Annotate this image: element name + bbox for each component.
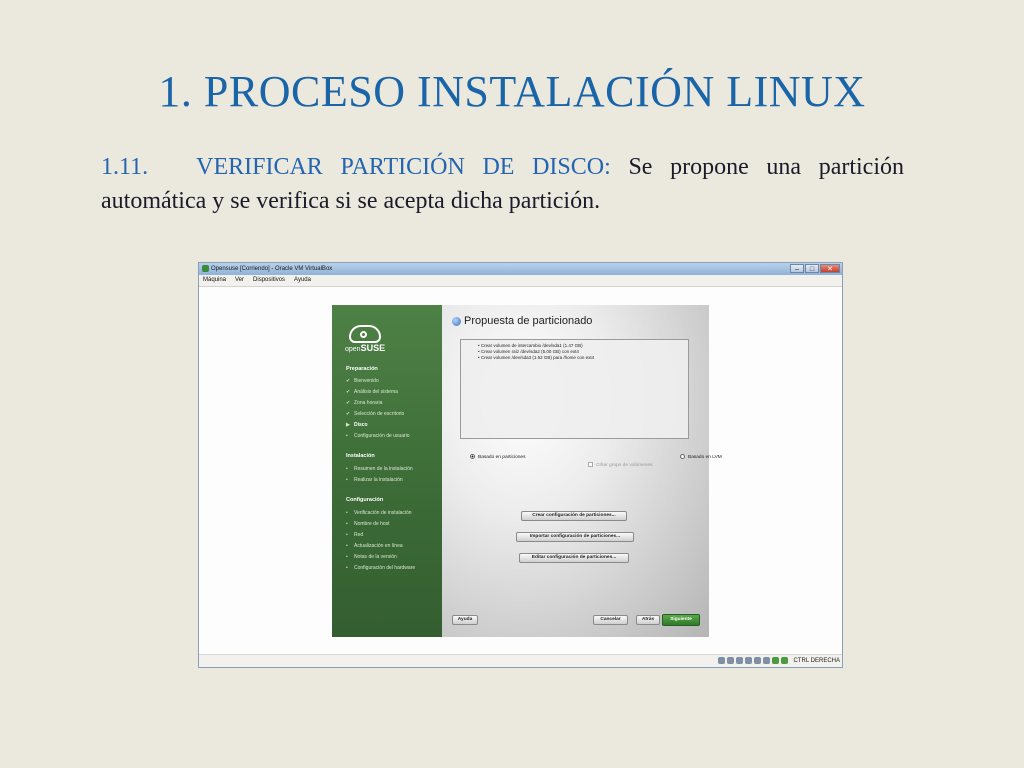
section-number: 1.11. [101, 154, 149, 180]
partition-proposal: Crear volumen de intercambio /dev/sda1 (… [460, 339, 689, 439]
step-zona-horaria: ✔ Zona horaria [346, 400, 383, 406]
step-disco: ▶ Disco [346, 422, 368, 428]
step-actualizacion: • Actualización en línea [346, 543, 403, 549]
menu-dispositivos[interactable]: Dispositivos [253, 275, 285, 286]
proposal-line: Crear volumen /dev/sda3 (1.52 GB) para /… [478, 355, 688, 361]
radio-unselected-icon[interactable] [680, 454, 685, 459]
encrypt-checkbox[interactable]: Cifrar grupo de volúmenes [588, 462, 653, 468]
capture-icon[interactable] [763, 657, 770, 664]
check-icon: ✔ [346, 378, 351, 384]
bullet-icon: • [346, 477, 348, 483]
step-analisis: ✔ Análisis del sistema [346, 389, 398, 395]
bullet-icon: • [346, 466, 348, 472]
slide-title: 1. PROCESO INSTALACIÓN LINUX [158, 67, 866, 116]
step-realizar: • Realizar la instalación [346, 477, 403, 483]
installer-sidebar: openSUSE Preparación ✔ Bienvenido ✔ Anális… [332, 305, 442, 637]
menu-bar: Máquina Ver Dispositivos Ayuda [199, 275, 842, 287]
step-bienvenido: ✔ Bienvenido [346, 378, 379, 384]
radio-partitions[interactable]: Basado en particiones [470, 454, 525, 460]
cancel-button[interactable]: Cancelar [593, 615, 628, 625]
back-button[interactable]: Atrás [636, 615, 660, 625]
chameleon-icon [349, 325, 381, 343]
mouse-integration-icon[interactable] [772, 657, 779, 664]
virtualbox-app-icon [202, 265, 209, 272]
check-icon: ✔ [346, 389, 351, 395]
menu-ayuda[interactable]: Ayuda [294, 275, 311, 286]
page-title: Propuesta de particionado [464, 315, 593, 327]
menu-maquina[interactable]: Máquina [203, 275, 226, 286]
bullet-icon: • [346, 433, 348, 439]
step-escritorio: ✔ Selección de escritorio [346, 411, 405, 417]
section-preparacion: Preparación [346, 366, 378, 372]
arrow-right-icon: ▶ [346, 422, 350, 428]
window-titlebar[interactable]: Opensuse [Corriendo] - Oracle VM Virtual… [199, 263, 842, 275]
step-notas: • Notas de la versión [346, 554, 397, 560]
checkbox-icon[interactable] [588, 462, 593, 467]
check-icon: ✔ [346, 411, 351, 417]
step-red: • Red [346, 532, 364, 538]
step-nombre-host: • Nombre de host [346, 521, 390, 527]
usb-icon[interactable] [736, 657, 743, 664]
status-bar: CTRL DERECHA [199, 654, 842, 667]
window-title: Opensuse [Corriendo] - Oracle VM Virtual… [211, 266, 333, 272]
bullet-icon: • [346, 521, 348, 527]
bullet-icon: • [346, 565, 348, 571]
step-resumen: • Resumen de la instalación [346, 466, 413, 472]
slide-body: 1.11. VERIFICAR PARTICIÓN DE DISCO: Se pr… [101, 150, 904, 218]
section-heading: VERIFICAR PARTICIÓN DE DISCO: [196, 154, 611, 180]
section-configuracion: Configuración [346, 497, 384, 503]
minimize-button[interactable]: – [790, 264, 804, 273]
check-icon: ✔ [346, 400, 351, 406]
step-usuario: • Configuración de usuario [346, 433, 410, 439]
help-button[interactable]: Ayuda [452, 615, 478, 625]
section-instalacion: Instalación [346, 453, 375, 459]
edit-partitions-button[interactable]: Editar configuración de particiones... [519, 553, 629, 563]
shared-folders-icon[interactable] [745, 657, 752, 664]
bullet-icon: • [346, 510, 348, 516]
opensuse-installer: openSUSE Preparación ✔ Bienvenido ✔ Anális… [332, 305, 722, 637]
create-partitions-button[interactable]: Crear configuración de particiones... [521, 511, 627, 521]
maximize-button[interactable]: □ [805, 264, 819, 273]
bullet-icon: • [346, 543, 348, 549]
bullet-icon: • [346, 554, 348, 560]
menu-ver[interactable]: Ver [235, 275, 244, 286]
import-partitions-button[interactable]: Importar configuración de particiones... [516, 532, 634, 542]
bullet-icon: • [346, 532, 348, 538]
radio-selected-icon[interactable] [470, 454, 475, 459]
partition-icon [452, 317, 461, 326]
network-icon[interactable] [754, 657, 761, 664]
host-key-icon [781, 657, 788, 664]
host-key-label: CTRL DERECHA [793, 658, 840, 664]
installer-main: Propuesta de particionado Crear volumen … [442, 305, 722, 637]
opensuse-logo: openSUSE [345, 325, 390, 353]
close-button[interactable]: ✕ [820, 264, 840, 273]
hard-disk-icon[interactable] [718, 657, 725, 664]
optical-drive-icon[interactable] [727, 657, 734, 664]
next-button[interactable]: Siguiente [662, 614, 700, 626]
step-hardware: • Configuración del hardware [346, 565, 416, 571]
radio-lvm[interactable]: Basado en LVM [680, 454, 722, 460]
step-verificacion: • Verificación de instalación [346, 510, 412, 516]
